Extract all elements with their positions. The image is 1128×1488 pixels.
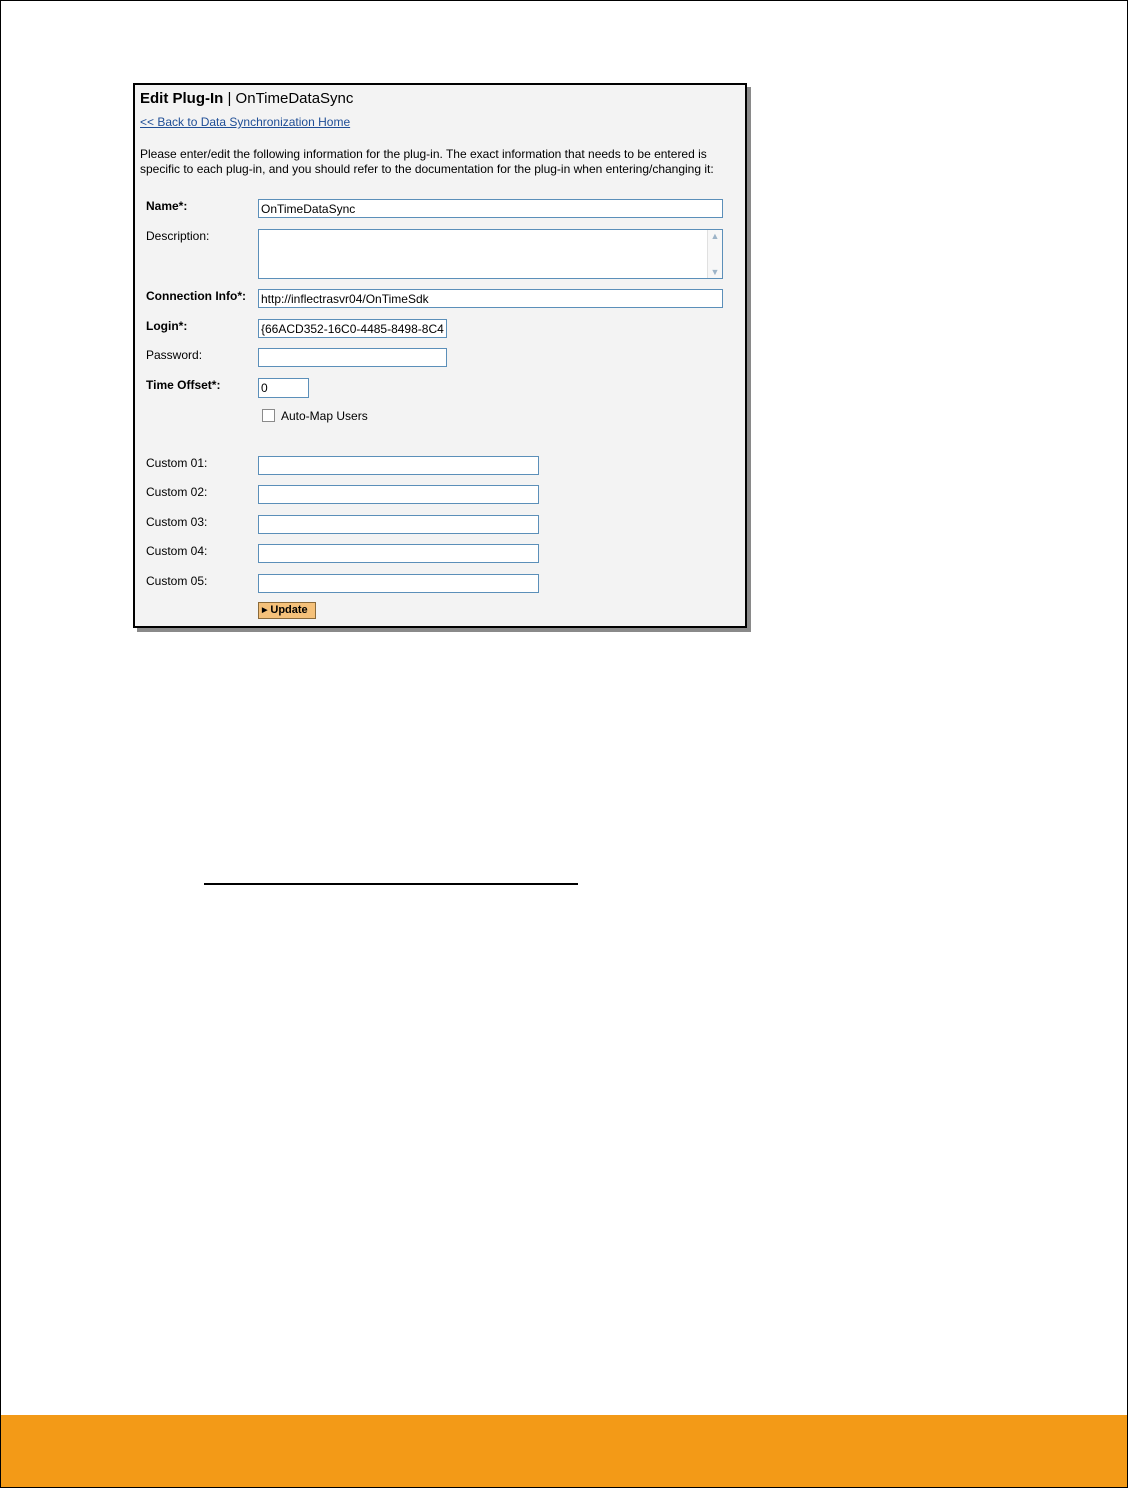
custom02-input[interactable] <box>258 485 539 504</box>
page-title: Edit Plug-In | OnTimeDataSync <box>140 90 353 107</box>
horizontal-rule <box>204 883 578 885</box>
password-input[interactable] <box>258 348 447 367</box>
title-plugin-name: | OnTimeDataSync <box>223 90 354 107</box>
custom04-input[interactable] <box>258 544 539 563</box>
name-input[interactable] <box>258 199 723 218</box>
custom03-label: Custom 03: <box>146 515 208 529</box>
update-button[interactable]: ▶ Update <box>258 602 316 619</box>
intro-text: Please enter/edit the following informat… <box>140 147 714 176</box>
custom01-input[interactable] <box>258 456 539 475</box>
title-bold: Edit Plug-In <box>140 90 224 107</box>
time-offset-input[interactable] <box>258 378 309 398</box>
edit-plugin-screenshot: Edit Plug-In | OnTimeDataSync << Back to… <box>133 83 747 628</box>
play-arrow-icon: ▶ <box>262 607 268 614</box>
scroll-down-icon[interactable]: ▼ <box>710 267 720 277</box>
login-label: Login*: <box>146 319 188 333</box>
password-label: Password: <box>146 348 203 362</box>
description-textarea[interactable] <box>258 229 723 279</box>
update-button-label: Update <box>270 604 308 616</box>
auto-map-users-label: Auto-Map Users <box>281 409 368 423</box>
custom03-input[interactable] <box>258 515 539 534</box>
auto-map-users-row[interactable]: Auto-Map Users <box>262 409 368 423</box>
back-to-home-link[interactable]: << Back to Data Synchronization Home <box>140 115 350 129</box>
description-scrollbar[interactable]: ▲ ▼ <box>707 230 722 278</box>
custom01-label: Custom 01: <box>146 456 208 470</box>
custom02-label: Custom 02: <box>146 485 208 499</box>
custom04-label: Custom 04: <box>146 544 208 558</box>
name-label: Name*: <box>146 199 188 213</box>
scroll-up-icon[interactable]: ▲ <box>710 231 720 241</box>
description-label: Description: <box>146 229 210 243</box>
time-offset-label: Time Offset*: <box>146 378 221 392</box>
footer-band <box>1 1415 1127 1487</box>
custom05-label: Custom 05: <box>146 574 208 588</box>
connection-info-input[interactable] <box>258 289 723 308</box>
auto-map-users-checkbox[interactable] <box>262 409 275 422</box>
custom05-input[interactable] <box>258 574 539 593</box>
login-input[interactable] <box>258 319 447 338</box>
connection-info-label: Connection Info*: <box>146 289 246 303</box>
